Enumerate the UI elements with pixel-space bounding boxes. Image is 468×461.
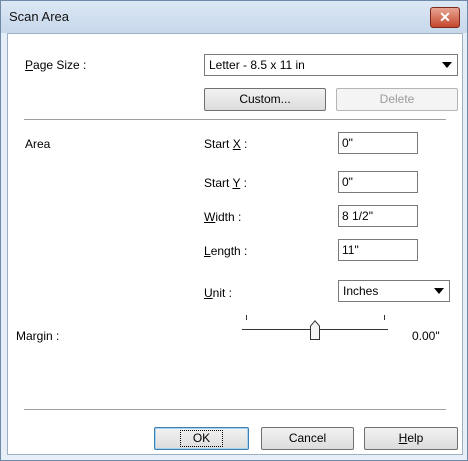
margin-value: 0.00" — [412, 329, 440, 343]
area-label: Area — [25, 137, 51, 151]
margin-slider[interactable] — [240, 315, 390, 345]
unit-label: Unit : — [204, 286, 233, 300]
slider-tick-max — [384, 315, 385, 320]
chevron-down-icon[interactable] — [438, 56, 456, 74]
ok-button[interactable]: OK — [154, 427, 249, 450]
separator-top — [24, 119, 446, 121]
width-field[interactable]: 8 1/2" — [338, 205, 418, 227]
start-y-label: Start Y : — [204, 176, 247, 190]
custom-button[interactable]: Custom... — [204, 88, 326, 111]
title-bar[interactable]: Scan Area ✕ — [1, 1, 467, 33]
length-label: Length : — [204, 244, 248, 258]
start-x-label: Start X : — [204, 137, 248, 151]
slider-tick-min — [246, 315, 247, 320]
delete-button[interactable]: Delete — [336, 88, 458, 111]
start-x-field[interactable]: 0" — [338, 132, 418, 154]
page-size-value: Letter - 8.5 x 11 in — [209, 58, 305, 72]
cancel-button[interactable]: Cancel — [261, 427, 354, 450]
help-button[interactable]: Help — [364, 427, 458, 450]
window-title: Scan Area — [9, 9, 69, 24]
length-field[interactable]: 11" — [338, 239, 418, 261]
close-icon: ✕ — [439, 9, 451, 25]
slider-thumb[interactable] — [310, 320, 320, 340]
unit-select[interactable]: Inches — [338, 280, 450, 302]
unit-value: Inches — [343, 284, 379, 298]
page-size-select[interactable]: Letter - 8.5 x 11 in — [204, 54, 458, 76]
dialog-body: Page Size : Letter - 8.5 x 11 in Custom.… — [7, 33, 463, 455]
start-y-field[interactable]: 0" — [338, 171, 418, 193]
page-size-label: Page Size : — [25, 58, 87, 72]
chevron-down-icon[interactable] — [430, 282, 448, 300]
close-button[interactable]: ✕ — [430, 7, 460, 28]
margin-label: Margin : — [16, 329, 60, 343]
scan-area-dialog: Scan Area ✕ Page Size : Letter - 8.5 x 1… — [0, 0, 468, 461]
width-label: Width : — [204, 210, 242, 224]
separator-bottom — [24, 409, 446, 411]
